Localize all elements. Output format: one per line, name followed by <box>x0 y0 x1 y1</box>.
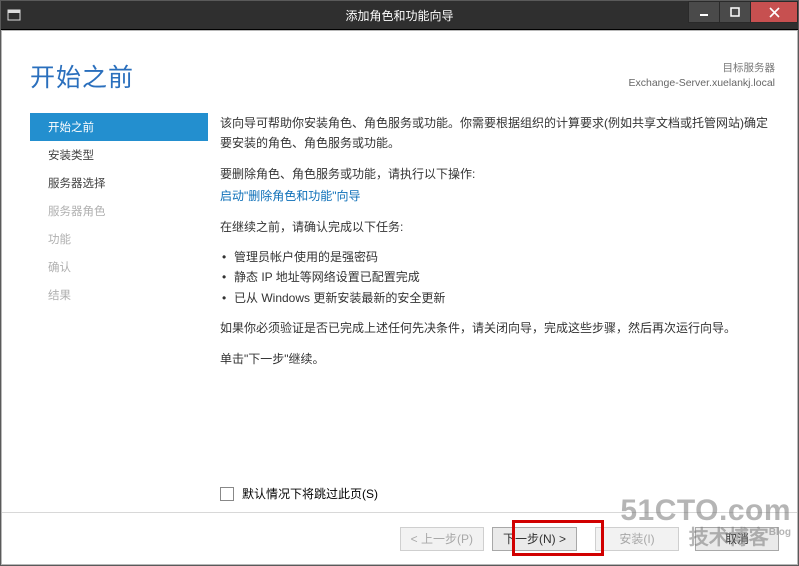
confirm-intro: 在继续之前，请确认完成以下任务: <box>220 217 773 237</box>
sidebar-item-server-roles: 服务器角色 <box>30 197 208 225</box>
sidebar-item-before-you-begin[interactable]: 开始之前 <box>30 113 208 141</box>
validate-note: 如果你必须验证是否已完成上述任何先决条件，请关闭向导，完成这些步骤，然后再次运行… <box>220 318 773 338</box>
sidebar-item-server-selection[interactable]: 服务器选择 <box>30 169 208 197</box>
skip-page-checkbox[interactable] <box>220 487 234 501</box>
cancel-button[interactable]: 取消 <box>695 527 779 551</box>
window-controls <box>689 1 798 29</box>
previous-button: < 上一步(P) <box>400 527 484 551</box>
destination-label: 目标服务器 <box>629 61 776 76</box>
remove-intro: 要删除角色、角色服务或功能，请执行以下操作: <box>220 164 773 184</box>
main-pane: 该向导可帮助你安装角色、角色服务或功能。你需要根据组织的计算要求(例如共享文档或… <box>208 111 797 512</box>
window-title: 添加角色和功能向导 <box>345 7 453 24</box>
wizard-sidebar: 开始之前 安装类型 服务器选择 服务器角色 功能 确认 结果 <box>2 111 208 512</box>
skip-page-row: 默认情况下将跳过此页(S) <box>220 485 378 502</box>
prereq-list: 管理员帐户使用的是强密码 静态 IP 地址等网络设置已配置完成 已从 Windo… <box>220 247 773 308</box>
page-title: 开始之前 <box>30 58 629 94</box>
destination-info: 目标服务器 Exchange-Server.xuelankj.local <box>629 61 776 90</box>
close-button[interactable] <box>750 1 798 23</box>
skip-page-label: 默认情况下将跳过此页(S) <box>242 485 378 502</box>
minimize-button[interactable] <box>688 1 720 23</box>
sidebar-item-confirmation: 确认 <box>30 253 208 281</box>
next-button[interactable]: 下一步(N) > <box>492 527 577 551</box>
wizard-footer: < 上一步(P) 下一步(N) > 安装(I) 取消 <box>2 512 797 564</box>
prereq-item: 管理员帐户使用的是强密码 <box>222 247 773 267</box>
continue-note: 单击"下一步"继续。 <box>220 349 773 369</box>
sidebar-item-features: 功能 <box>30 225 208 253</box>
intro-text: 该向导可帮助你安装角色、角色服务或功能。你需要根据组织的计算要求(例如共享文档或… <box>220 113 773 154</box>
wizard-body: 开始之前 目标服务器 Exchange-Server.xuelankj.loca… <box>2 31 797 564</box>
remove-roles-link[interactable]: 启动"删除角色和功能"向导 <box>220 186 361 206</box>
prereq-item: 已从 Windows 更新安装最新的安全更新 <box>222 288 773 308</box>
sidebar-item-results: 结果 <box>30 281 208 309</box>
system-menu-icon[interactable] <box>1 1 27 29</box>
titlebar: 添加角色和功能向导 <box>1 1 798 30</box>
destination-server: Exchange-Server.xuelankj.local <box>629 76 776 91</box>
sidebar-item-installation-type[interactable]: 安装类型 <box>30 141 208 169</box>
maximize-button[interactable] <box>719 1 751 23</box>
install-button: 安装(I) <box>595 527 679 551</box>
prereq-item: 静态 IP 地址等网络设置已配置完成 <box>222 267 773 287</box>
wizard-header: 开始之前 目标服务器 Exchange-Server.xuelankj.loca… <box>2 31 797 111</box>
